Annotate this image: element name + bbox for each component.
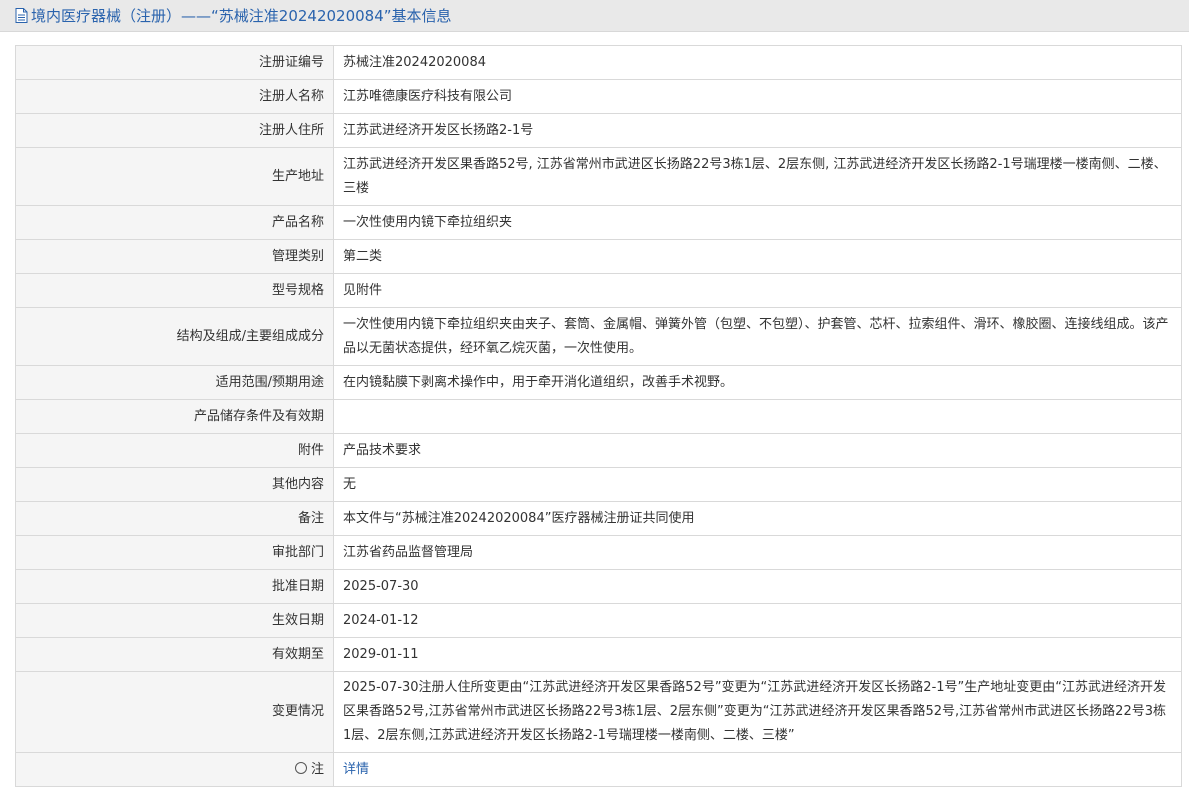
row-label: 有效期至 <box>15 637 334 672</box>
table-row: 注册人名称 江苏唯德康医疗科技有限公司 <box>15 79 1182 114</box>
note-label: 注 <box>310 761 324 777</box>
row-value: 2024-01-12 <box>333 603 1182 638</box>
note-label-cell: 注 <box>15 752 334 787</box>
table-row: 其他内容 无 <box>15 467 1182 502</box>
table-row: 备注 本文件与“苏械注准20242020084”医疗器械注册证共同使用 <box>15 501 1182 536</box>
row-label: 产品名称 <box>15 205 334 240</box>
row-label: 附件 <box>15 433 334 468</box>
row-value: 产品技术要求 <box>333 433 1182 468</box>
row-label: 批准日期 <box>15 569 334 604</box>
table-row-note: 注 详情 <box>15 752 1182 787</box>
table-row: 生产地址 江苏武进经济开发区果香路52号, 江苏省常州市武进区长扬路22号3栋1… <box>15 147 1182 206</box>
table-row: 生效日期 2024-01-12 <box>15 603 1182 638</box>
table-row: 结构及组成/主要组成成分 一次性使用内镜下牵拉组织夹由夹子、套筒、金属帽、弹簧外… <box>15 307 1182 366</box>
table-row: 适用范围/预期用途 在内镜黏膜下剥离术操作中，用于牵开消化道组织，改善手术视野。 <box>15 365 1182 400</box>
row-label: 其他内容 <box>15 467 334 502</box>
table-row: 审批部门 江苏省药品监督管理局 <box>15 535 1182 570</box>
table-row: 注册证编号 苏械注准20242020084 <box>15 45 1182 80</box>
row-value: 江苏省药品监督管理局 <box>333 535 1182 570</box>
document-icon <box>15 8 28 23</box>
registration-info-table: 注册证编号 苏械注准20242020084 注册人名称 江苏唯德康医疗科技有限公… <box>15 45 1182 787</box>
row-label: 变更情况 <box>15 671 334 753</box>
row-label: 注册人住所 <box>15 113 334 148</box>
row-label: 生效日期 <box>15 603 334 638</box>
table-row: 管理类别 第二类 <box>15 239 1182 274</box>
table-row: 型号规格 见附件 <box>15 273 1182 308</box>
details-link[interactable]: 详情 <box>343 762 369 777</box>
table-row: 有效期至 2029-01-11 <box>15 637 1182 672</box>
row-value: 江苏武进经济开发区长扬路2-1号 <box>333 113 1182 148</box>
row-value: 江苏唯德康医疗科技有限公司 <box>333 79 1182 114</box>
note-icon <box>294 761 307 774</box>
row-value: 江苏武进经济开发区果香路52号, 江苏省常州市武进区长扬路22号3栋1层、2层东… <box>333 147 1182 206</box>
row-label: 审批部门 <box>15 535 334 570</box>
row-value: 一次性使用内镜下牵拉组织夹由夹子、套筒、金属帽、弹簧外管（包塑、不包塑）、护套管… <box>333 307 1182 366</box>
table-row: 产品名称 一次性使用内镜下牵拉组织夹 <box>15 205 1182 240</box>
row-label: 适用范围/预期用途 <box>15 365 334 400</box>
table-row: 附件 产品技术要求 <box>15 433 1182 468</box>
row-value: 2025-07-30注册人住所变更由“江苏武进经济开发区果香路52号”变更为“江… <box>333 671 1182 753</box>
row-value <box>333 399 1182 434</box>
table-row: 注册人住所 江苏武进经济开发区长扬路2-1号 <box>15 113 1182 148</box>
row-value: 在内镜黏膜下剥离术操作中，用于牵开消化道组织，改善手术视野。 <box>333 365 1182 400</box>
row-value: 本文件与“苏械注准20242020084”医疗器械注册证共同使用 <box>333 501 1182 536</box>
table-row: 批准日期 2025-07-30 <box>15 569 1182 604</box>
row-value: 2025-07-30 <box>333 569 1182 604</box>
row-label: 备注 <box>15 501 334 536</box>
row-label: 生产地址 <box>15 147 334 206</box>
row-label: 注册证编号 <box>15 45 334 80</box>
row-value: 一次性使用内镜下牵拉组织夹 <box>333 205 1182 240</box>
row-value: 苏械注准20242020084 <box>333 45 1182 80</box>
row-value: 第二类 <box>333 239 1182 274</box>
row-value: 见附件 <box>333 273 1182 308</box>
row-label: 型号规格 <box>15 273 334 308</box>
row-label: 注册人名称 <box>15 79 334 114</box>
row-value: 无 <box>333 467 1182 502</box>
page-title-bar: 境内医疗器械（注册）——“苏械注准20242020084”基本信息 <box>0 0 1189 32</box>
table-row: 变更情况 2025-07-30注册人住所变更由“江苏武进经济开发区果香路52号”… <box>15 671 1182 753</box>
row-label: 管理类别 <box>15 239 334 274</box>
page-title: 境内医疗器械（注册）——“苏械注准20242020084”基本信息 <box>31 7 452 25</box>
row-value: 2029-01-11 <box>333 637 1182 672</box>
row-label: 产品储存条件及有效期 <box>15 399 334 434</box>
row-label: 结构及组成/主要组成成分 <box>15 307 334 366</box>
table-row: 产品储存条件及有效期 <box>15 399 1182 434</box>
note-value-cell: 详情 <box>333 752 1182 787</box>
